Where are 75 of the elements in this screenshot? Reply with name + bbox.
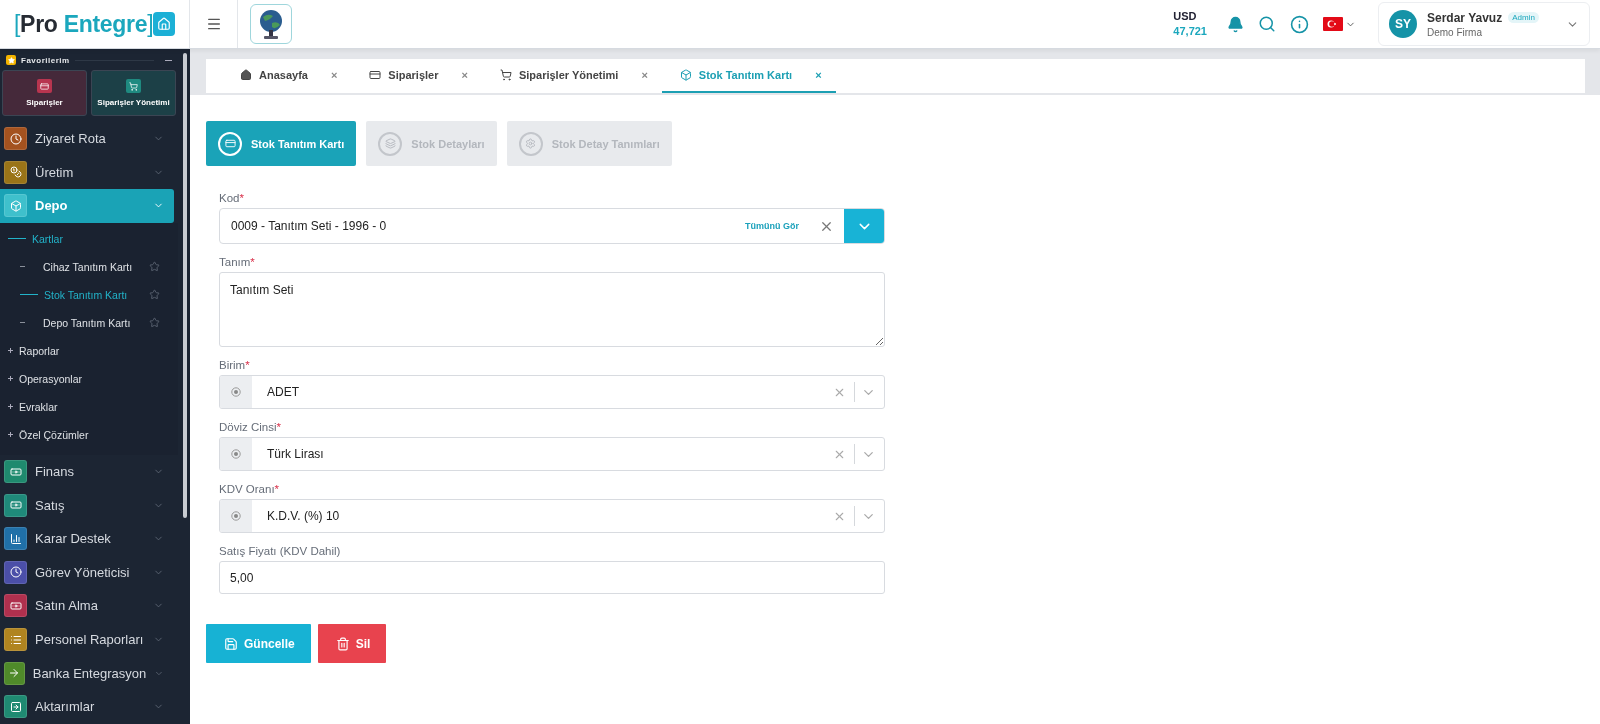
logo-box[interactable] [250, 4, 292, 44]
tab-icon [369, 69, 382, 81]
star-icon[interactable] [149, 289, 160, 301]
sidebar-item[interactable]: Görev Yöneticisi [0, 555, 174, 590]
company-name: Demo Firma [1427, 26, 1483, 38]
description-field[interactable]: Tanıtım Seti [219, 272, 885, 347]
favorite-card[interactable]: Siparişler [2, 70, 87, 116]
currency-rate: 47,721 [1173, 24, 1207, 39]
sidebar-subitem[interactable]: Evraklar [0, 392, 178, 421]
star-icon[interactable] [149, 317, 160, 329]
flag-icon [1323, 17, 1343, 31]
close-icon[interactable]: × [461, 69, 468, 81]
sidebar-subitem[interactable]: Raporlar [0, 336, 178, 365]
sidebar-item[interactable]: Karar Destek [0, 521, 174, 556]
sidebar-subitem[interactable]: Stok Tanıtım Kartı [0, 280, 178, 309]
brand-logo: [Pro Entegre] [14, 10, 154, 38]
field-label: Kod* [219, 192, 245, 204]
tab-icon [679, 69, 692, 81]
dropdown-button[interactable] [844, 209, 884, 243]
sidebar-subitem[interactable]: Depo Tanıtım Kartı [0, 308, 178, 337]
trash-icon [335, 636, 350, 651]
page-tab[interactable]: Anasayfa × [222, 59, 352, 93]
star-icon [6, 55, 16, 65]
select-field[interactable]: K.D.V. (%) 10 [219, 499, 885, 533]
tab-icon [240, 69, 252, 81]
sidebar-subitem[interactable]: Özel Çözümler [0, 420, 178, 449]
user-name: Serdar Yavuz [1427, 10, 1503, 25]
sidebar-subitem[interactable]: Kartlar [0, 224, 178, 253]
field-label: Tanım* [219, 256, 256, 268]
select-field[interactable]: ADET [219, 375, 885, 409]
radio-icon [231, 387, 241, 397]
flag-dropdown[interactable] [1323, 17, 1356, 31]
sidebar-item[interactable]: Personel Raporları [0, 622, 174, 657]
sidebar-item[interactable]: Banka Entegrasyon [0, 656, 174, 690]
user-menu[interactable]: SY Serdar Yavuz Admin Demo Firma [1378, 2, 1590, 46]
field-label: KDV Oranı* [219, 483, 281, 495]
close-icon[interactable]: × [641, 69, 648, 81]
user-avatar: SY [1389, 10, 1417, 38]
favorites-title: Favorilerim [21, 55, 70, 65]
code-combobox[interactable]: 0009 - Tanıtım Seti - 1996 - 0 Tümünü Gör [219, 208, 885, 244]
sidebar-item[interactable]: Aktarımlar [0, 689, 174, 724]
tab-icon [499, 69, 512, 81]
select-field[interactable]: Türk Lirası [219, 437, 885, 471]
save-icon [224, 636, 238, 651]
favorite-card[interactable]: Siparişler Yönetimi [91, 70, 176, 116]
info-icon[interactable] [1290, 14, 1309, 34]
step-icon [518, 131, 543, 156]
field-label: Birim* [219, 359, 251, 371]
menu-icon[interactable] [205, 16, 222, 32]
price-field[interactable]: 5,00 [219, 561, 885, 594]
field-label: Döviz Cinsi* [219, 421, 282, 433]
sidebar-item[interactable]: Üretim [0, 155, 174, 190]
radio-icon [231, 449, 241, 459]
close-icon[interactable]: × [330, 69, 338, 81]
currency-code: USD [1173, 9, 1198, 24]
sidebar-item[interactable]: Ziyaret Rota [0, 122, 174, 156]
role-badge: Admin [1508, 12, 1539, 23]
sidebar-item[interactable]: Satın Alma [0, 589, 174, 623]
home-button[interactable] [153, 12, 175, 36]
step-icon [378, 131, 403, 156]
radio-icon [231, 511, 241, 521]
sidebar-item[interactable]: Satış [0, 488, 174, 522]
sidebar-item[interactable]: Finans [0, 454, 174, 489]
scrollbar-thumb[interactable] [183, 53, 187, 518]
sidebar-subitem[interactable]: Operasyonlar [0, 364, 178, 393]
field-label: Satış Fiyatı (KDV Dahil) [219, 545, 342, 557]
page-tab[interactable]: Siparişler Yönetimi × [481, 59, 662, 93]
delete-button[interactable]: Sil [317, 624, 387, 663]
search-icon[interactable] [1258, 15, 1276, 33]
page-tab[interactable]: Siparişler × [351, 59, 482, 93]
bell-icon[interactable] [1227, 15, 1244, 33]
sidebar-subitem[interactable]: Cihaz Tanıtım Kartı [0, 252, 178, 281]
star-icon[interactable] [149, 261, 160, 273]
home-icon [157, 17, 172, 31]
step-icon [218, 131, 242, 156]
